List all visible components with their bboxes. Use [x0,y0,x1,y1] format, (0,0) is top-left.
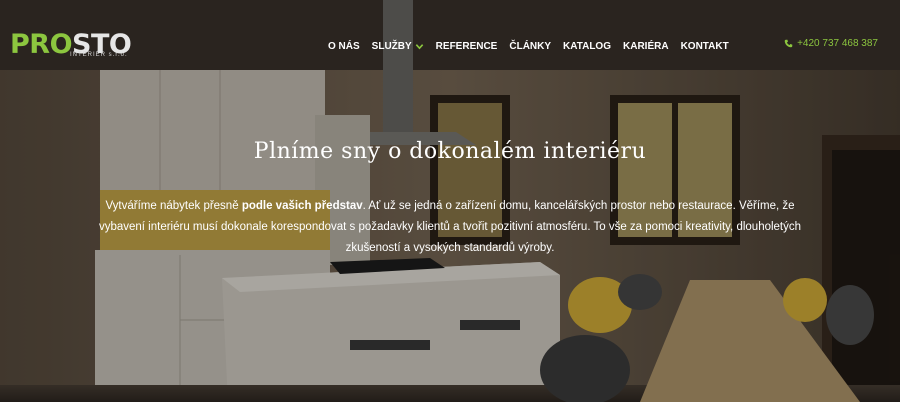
phone-icon [784,39,793,48]
nav-item-label: ČLÁNKY [509,41,552,52]
nav-item-clanky[interactable]: ČLÁNKY [509,41,551,52]
logo[interactable]: PROSTO INTERIÉR s.r.o. [10,29,132,62]
phone-number: +420 737 468 387 [797,38,878,49]
nav-item-label: KARIÉRA [623,41,669,52]
nav-item-o-nas[interactable]: O NÁS [328,41,360,52]
nav-item-label: KONTAKT [680,41,729,52]
hero-headline: Plníme sny o dokonalém interiéru [253,139,647,164]
main-nav: O NÁS SLUŽBY REFERENCE ČLÁNKY KATALOG KA… [328,41,741,52]
phone-link[interactable]: +420 737 468 387 [784,38,878,49]
site-header: PROSTO INTERIÉR s.r.o. O NÁS SLUŽBY REFE… [0,0,900,80]
logo-tagline: INTERIÉR s.r.o. [70,52,128,58]
nav-item-label: SLUŽBY [371,41,412,52]
nav-item-reference[interactable]: REFERENCE [436,41,498,52]
hero-intro-bold: podle vašich představ [241,200,363,212]
nav-item-label: REFERENCE [435,41,498,52]
nav-item-sluzby[interactable]: SLUŽBY [372,41,424,52]
nav-item-kariera[interactable]: KARIÉRA [623,41,669,52]
logo-wordmark-pro: PRO [10,29,73,60]
chevron-down-icon [415,44,423,50]
nav-item-label: KATALOG [563,41,611,52]
hero-intro: Vytváříme nábytek přesně podle vašich př… [95,196,805,259]
nav-item-katalog[interactable]: KATALOG [563,41,611,52]
hero-intro-text-1: Vytváříme nábytek přesně [105,200,242,212]
nav-item-label: O NÁS [328,41,360,52]
nav-item-kontakt[interactable]: KONTAKT [681,41,729,52]
